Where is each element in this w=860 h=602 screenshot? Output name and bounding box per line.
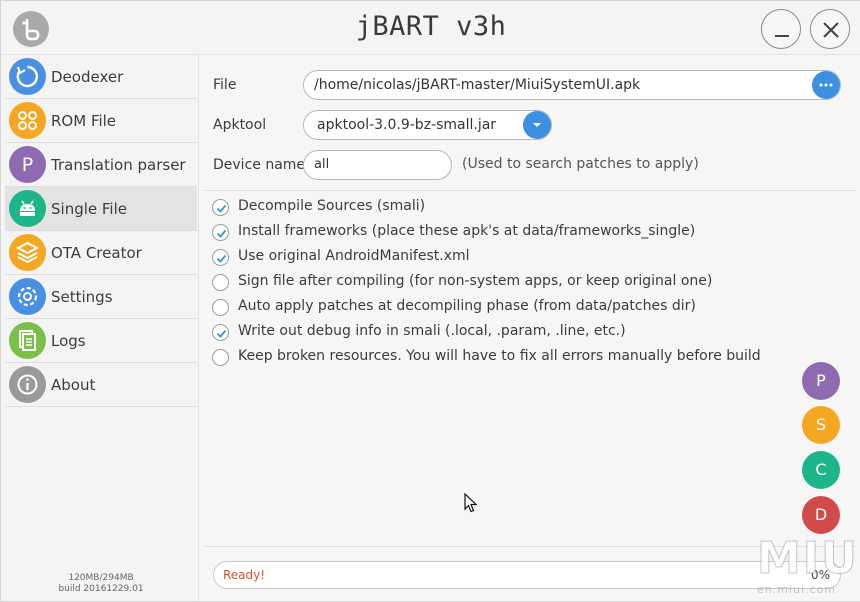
p-letter-icon: P <box>9 146 46 183</box>
build-version: build 20161229.01 <box>58 584 144 594</box>
close-button[interactable] <box>810 9 850 49</box>
option-label: Write out debug info in smali (.local, .… <box>238 323 626 339</box>
checkbox[interactable] <box>212 324 229 341</box>
android-icon <box>9 190 46 227</box>
chevron-down-icon <box>533 123 541 127</box>
apktool-select[interactable]: apktool-3.0.9-bz-small.jar <box>303 110 552 140</box>
option-label: Use original AndroidManifest.xml <box>238 248 470 264</box>
option-label: Install frameworks (place these apk's at… <box>238 223 696 239</box>
sign-fab-button[interactable]: S <box>802 406 840 444</box>
checkbox[interactable] <box>212 349 229 366</box>
sidebar-item-settings[interactable]: Settings <box>5 275 197 319</box>
refresh-icon <box>9 58 46 95</box>
file-label: File <box>213 77 237 93</box>
compile-fab-button[interactable]: C <box>802 451 840 489</box>
sidebar-item-rom-file[interactable]: ROM File <box>5 99 197 143</box>
gear-icon <box>9 278 46 315</box>
check-icon <box>216 329 227 338</box>
memory-usage: 120MB/294MB <box>68 573 134 583</box>
status-text: Ready! <box>223 568 266 582</box>
sidebar-item-label: About <box>51 376 96 394</box>
watermark-url: en.miui.com <box>757 583 837 596</box>
title-bar: jBART v3h <box>1 1 860 55</box>
sidebar-item-about[interactable]: About <box>5 363 197 407</box>
option-label: Auto apply patches at decompiling phase … <box>238 298 696 314</box>
watermark-logo: MIUI <box>756 533 860 585</box>
memory-info: 120MB/294MB build 20161229.01 <box>3 573 199 595</box>
check-icon <box>216 229 227 238</box>
check-icon <box>216 254 227 263</box>
rom-file-icon <box>9 102 46 139</box>
decompile-fab-button[interactable]: D <box>802 496 840 534</box>
device-name-hint: (Used to search patches to apply) <box>462 156 699 172</box>
sidebar-item-label: Logs <box>51 332 86 350</box>
patch-fab-button[interactable]: P <box>802 362 840 400</box>
option-label: Keep broken resources. You will have to … <box>238 348 761 364</box>
sidebar: Deodexer ROM File P Translation parser S… <box>3 55 199 601</box>
browse-file-button[interactable] <box>812 71 840 99</box>
info-icon <box>9 366 46 403</box>
minimize-icon <box>775 35 789 37</box>
layers-icon <box>9 234 46 271</box>
checkbox[interactable] <box>212 274 229 291</box>
apktool-label: Apktool <box>213 117 267 133</box>
minimize-button[interactable] <box>761 9 801 49</box>
app-title: jBART v3h <box>355 11 507 42</box>
sidebar-item-label: Translation parser <box>51 156 186 174</box>
close-icon <box>823 22 839 38</box>
sidebar-item-translation-parser[interactable]: P Translation parser <box>5 143 197 187</box>
sidebar-item-label: Settings <box>51 288 113 306</box>
apktool-dropdown-button[interactable] <box>523 111 551 139</box>
sidebar-item-deodexer[interactable]: Deodexer <box>5 55 197 99</box>
sidebar-item-label: ROM File <box>51 112 117 130</box>
sidebar-item-label: Single File <box>51 200 127 218</box>
device-name-label: Device name <box>213 157 306 173</box>
checkbox[interactable] <box>212 299 229 316</box>
svg-text:P: P <box>22 154 33 176</box>
mouse-cursor-icon <box>464 493 478 513</box>
file-path-field[interactable]: /home/nicolas/jBART-master/MiuiSystemUI.… <box>303 70 841 100</box>
main-panel: File /home/nicolas/jBART-master/MiuiSyst… <box>200 55 860 601</box>
checkbox[interactable] <box>212 249 229 266</box>
miui-watermark: MIUI en.miui.com <box>753 533 860 602</box>
sidebar-item-single-file[interactable]: Single File <box>5 187 197 231</box>
divider <box>204 190 856 191</box>
sidebar-item-ota-creator[interactable]: OTA Creator <box>5 231 197 275</box>
ellipsis-icon <box>819 83 833 87</box>
progress-bar: Ready! 0% <box>213 561 841 589</box>
check-icon <box>216 204 227 213</box>
sidebar-item-label: Deodexer <box>51 68 124 86</box>
option-label: Sign file after compiling (for non-syste… <box>238 273 713 289</box>
checkbox[interactable] <box>212 199 229 216</box>
logs-icon <box>9 322 46 359</box>
app-window: jBART v3h Deodexer ROM File P Translatio… <box>0 0 860 602</box>
sidebar-item-label: OTA Creator <box>51 244 142 262</box>
device-name-input[interactable]: all <box>303 150 452 180</box>
sidebar-item-logs[interactable]: Logs <box>5 319 197 363</box>
option-label: Decompile Sources (smali) <box>238 198 426 214</box>
checkbox[interactable] <box>212 224 229 241</box>
